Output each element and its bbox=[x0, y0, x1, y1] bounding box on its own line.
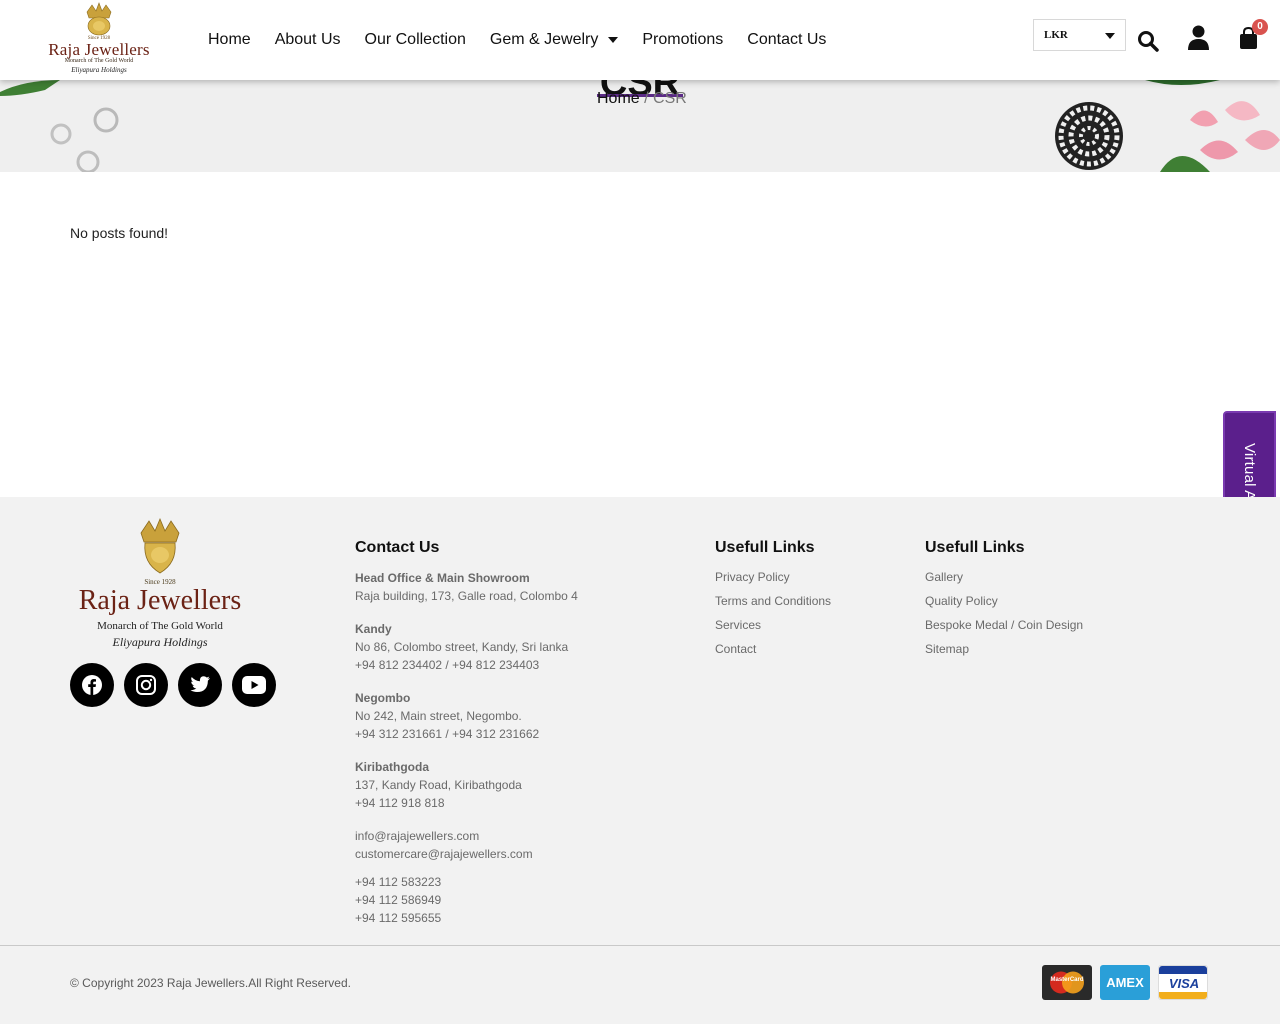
facebook-link[interactable] bbox=[70, 663, 114, 707]
search-icon[interactable] bbox=[1137, 30, 1159, 52]
copyright-text: © Copyright 2023 Raja Jewellers.All Righ… bbox=[70, 976, 351, 990]
site-footer: Since 1928 Raja Jewellers Monarch of The… bbox=[0, 497, 1280, 1024]
breadcrumb-separator: / bbox=[639, 90, 654, 107]
logo-holding: Eliyapura Holdings bbox=[71, 66, 127, 74]
page-banner: CSR Home / CSR bbox=[0, 80, 1280, 172]
contact-line: No 242, Main street, Negombo. bbox=[355, 709, 522, 723]
contact-line: 137, Kandy Road, Kiribathgoda bbox=[355, 778, 522, 792]
twitter-icon bbox=[190, 676, 210, 692]
contact-group-title: Negombo bbox=[355, 691, 411, 705]
link-sitemap[interactable]: Sitemap bbox=[925, 637, 1083, 661]
social-links bbox=[70, 663, 276, 707]
no-posts-message: No posts found! bbox=[70, 225, 169, 241]
crown-logo-icon bbox=[86, 2, 112, 36]
amex-badge: AMEX bbox=[1100, 965, 1150, 1000]
contact-phone: +94 112 918 818 bbox=[355, 796, 445, 810]
header-logo[interactable]: Since 1928 Raja Jewellers Monarch of The… bbox=[40, 2, 158, 78]
site-header: Since 1928 Raja Jewellers Monarch of The… bbox=[0, 0, 1280, 80]
instagram-icon bbox=[136, 675, 156, 695]
useful-links-heading-1: Usefull Links bbox=[715, 539, 815, 556]
amex-label: AMEX bbox=[1106, 975, 1144, 990]
dropdown-arrow-icon bbox=[1105, 33, 1115, 39]
link-privacy-policy[interactable]: Privacy Policy bbox=[715, 565, 831, 589]
contact-group-kandy: Kandy No 86, Colombo street, Kandy, Sri … bbox=[355, 620, 655, 674]
contact-group-title: Head Office & Main Showroom bbox=[355, 571, 530, 585]
youtube-icon bbox=[242, 676, 266, 694]
mastercard-label: MasterCard bbox=[1050, 977, 1084, 983]
contact-group-email: info@rajajewellers.com customercare@raja… bbox=[355, 827, 655, 863]
email-link-info[interactable]: info@rajajewellers.com bbox=[355, 827, 655, 845]
visa-bottom-stripe bbox=[1159, 992, 1207, 999]
footer-logo-tagline: Monarch of The Gold World bbox=[97, 620, 223, 632]
footer-logo[interactable]: Since 1928 Raja Jewellers Monarch of The… bbox=[70, 517, 250, 657]
nav-about-us[interactable]: About Us bbox=[275, 30, 341, 50]
useful-links-list-2: Gallery Quality Policy Bespoke Medal / C… bbox=[925, 565, 1083, 661]
visa-badge: VISA bbox=[1158, 965, 1208, 1000]
contact-line: No 86, Colombo street, Kandy, Sri lanka bbox=[355, 640, 569, 654]
contact-heading: Contact Us bbox=[355, 539, 440, 556]
contact-phone: +94 812 234402 / +94 812 234403 bbox=[355, 658, 540, 672]
nav-promotions[interactable]: Promotions bbox=[642, 30, 723, 50]
contact-info: Head Office & Main Showroom Raja buildin… bbox=[355, 569, 655, 942]
footer-divider bbox=[0, 945, 1280, 946]
nav-promotions-label: Promotions bbox=[642, 31, 724, 48]
currency-select[interactable]: LKR bbox=[1033, 19, 1126, 51]
cart-count-badge: 0 bbox=[1252, 19, 1268, 35]
nav-home-label: Home bbox=[208, 31, 251, 48]
nav-home[interactable]: Home bbox=[208, 30, 251, 50]
contact-group-phones: +94 112 583223 +94 112 586949 +94 112 59… bbox=[355, 873, 655, 927]
contact-line: Raja building, 173, Galle road, Colombo … bbox=[355, 589, 578, 603]
main-nav: Home About Us Our Collection Gem & Jewel… bbox=[208, 30, 850, 50]
nav-collection-label: Our Collection bbox=[364, 31, 466, 48]
breadcrumb-home-link[interactable]: Home bbox=[597, 90, 640, 107]
visa-label: VISA bbox=[1168, 976, 1200, 991]
phone-link[interactable]: +94 112 586949 bbox=[355, 891, 655, 909]
contact-group-head-office: Head Office & Main Showroom Raja buildin… bbox=[355, 569, 655, 605]
crown-logo-icon bbox=[140, 517, 180, 574]
nav-gem-label: Gem & Jewelry bbox=[489, 31, 599, 48]
footer-logo-brand: Raja Jewellers bbox=[78, 585, 242, 616]
breadcrumb: Home / CSR bbox=[597, 90, 687, 108]
youtube-link[interactable] bbox=[232, 663, 276, 707]
nav-about-label: About Us bbox=[274, 31, 341, 48]
nav-contact-label: Contact Us bbox=[747, 31, 827, 48]
breadcrumb-current: CSR bbox=[653, 90, 687, 107]
useful-links-heading-2: Usefull Links bbox=[925, 539, 1025, 556]
mastercard-badge: MasterCard bbox=[1042, 965, 1092, 1000]
link-contact[interactable]: Contact bbox=[715, 637, 831, 661]
user-account-icon[interactable] bbox=[1187, 25, 1210, 50]
phone-link[interactable]: +94 112 583223 bbox=[355, 873, 655, 891]
contact-group-kiribathgoda: Kiribathgoda 137, Kandy Road, Kiribathgo… bbox=[355, 758, 655, 812]
email-link-customercare[interactable]: customercare@rajajewellers.com bbox=[355, 845, 655, 863]
twitter-link[interactable] bbox=[178, 663, 222, 707]
link-gallery[interactable]: Gallery bbox=[925, 565, 1083, 589]
link-bespoke-medal[interactable]: Bespoke Medal / Coin Design bbox=[925, 613, 1083, 637]
logo-brand: Raja Jewellers bbox=[48, 40, 150, 59]
nav-our-collection[interactable]: Our Collection bbox=[365, 30, 466, 50]
logo-tagline: Monarch of The Gold World bbox=[64, 58, 134, 64]
footer-logo-holding: Eliyapura Holdings bbox=[112, 635, 208, 649]
currency-value: LKR bbox=[1044, 29, 1068, 41]
phone-link[interactable]: +94 112 595655 bbox=[355, 909, 655, 927]
nav-contact-us[interactable]: Contact Us bbox=[747, 30, 826, 50]
link-quality-policy[interactable]: Quality Policy bbox=[925, 589, 1083, 613]
link-terms-and-conditions[interactable]: Terms and Conditions bbox=[715, 589, 831, 613]
visa-top-stripe bbox=[1159, 966, 1207, 974]
useful-links-list-1: Privacy Policy Terms and Conditions Serv… bbox=[715, 565, 831, 661]
facebook-icon bbox=[82, 675, 102, 695]
contact-phone: +94 312 231661 / +94 312 231662 bbox=[355, 727, 540, 741]
link-services[interactable]: Services bbox=[715, 613, 831, 637]
nav-gem-jewelry[interactable]: Gem & Jewelry bbox=[489, 30, 619, 50]
caret-down-icon bbox=[608, 37, 619, 43]
instagram-link[interactable] bbox=[124, 663, 168, 707]
contact-group-negombo: Negombo No 242, Main street, Negombo. +9… bbox=[355, 689, 655, 743]
contact-group-title: Kandy bbox=[355, 622, 392, 636]
contact-group-title: Kiribathgoda bbox=[355, 760, 429, 774]
